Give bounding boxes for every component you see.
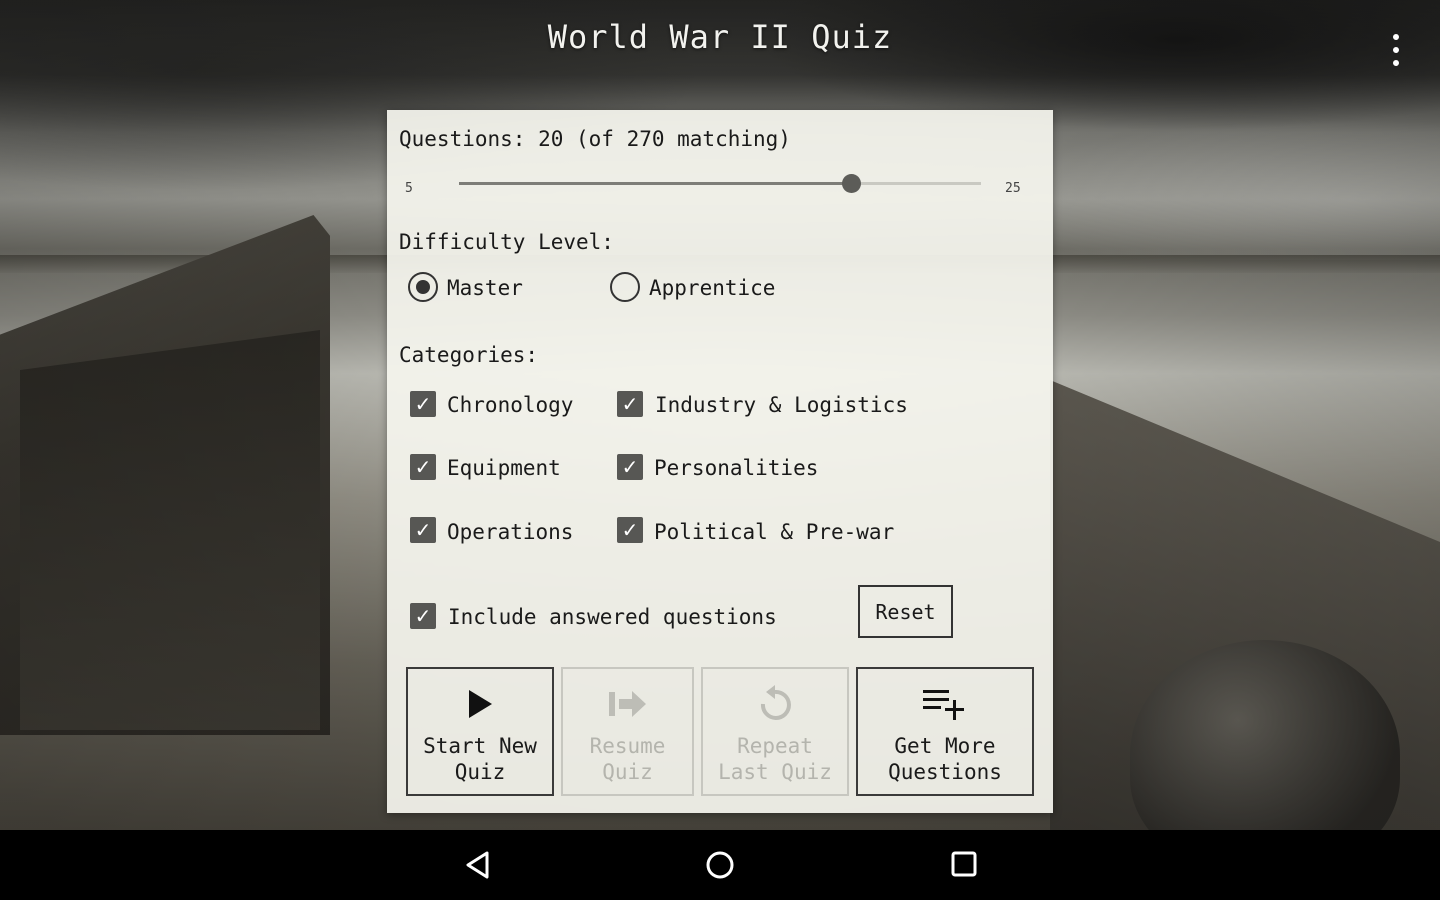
start-new-quiz-line1: Start New [423,734,537,758]
checkbox-include-answered[interactable]: ✓ [410,603,436,629]
app-title: World War II Quiz [547,18,893,56]
radio-apprentice-label[interactable]: Apprentice [649,276,775,300]
repeat-last-quiz-line2: Last Quiz [718,760,832,784]
category-label[interactable]: Political & Pre-war [654,520,894,544]
quiz-settings-panel: Questions: 20 (of 270 matching) 5 25 Dif… [387,110,1053,813]
category-label[interactable]: Operations [447,520,573,544]
radio-master-label[interactable]: Master [447,276,523,300]
checkbox-equipment[interactable]: ✓ [410,454,436,480]
get-more-questions-button[interactable]: Get More Questions [856,667,1034,796]
category-label[interactable]: Personalities [654,456,818,480]
get-more-questions-line1: Get More [894,734,996,758]
reset-button[interactable]: Reset [858,585,953,638]
overflow-menu-icon[interactable] [1384,34,1408,66]
category-label[interactable]: Chronology [447,393,573,417]
resume-quiz-button[interactable]: Resume Quiz [561,667,694,796]
checkbox-political-prewar[interactable]: ✓ [617,517,643,543]
difficulty-heading: Difficulty Level: [399,230,614,254]
categories-heading: Categories: [399,343,539,367]
questions-slider[interactable] [459,174,981,193]
checkbox-chronology[interactable]: ✓ [410,391,436,417]
resume-quiz-line1: Resume [589,734,666,758]
start-new-quiz-button[interactable]: Start New Quiz [406,667,554,796]
back-icon[interactable] [463,850,493,884]
recents-icon[interactable] [950,850,978,882]
resume-quiz-line2: Quiz [602,760,653,784]
radio-master-indicator[interactable] [408,272,438,302]
repeat-last-quiz-line1: Repeat [737,734,813,758]
slider-min-label: 5 [405,181,413,196]
playlist-add-icon [921,677,969,731]
get-more-questions-line2: Questions [888,760,1002,784]
radio-apprentice-indicator[interactable] [610,272,640,302]
include-answered-label[interactable]: Include answered questions [448,605,777,629]
checkbox-operations[interactable]: ✓ [410,517,436,543]
home-icon[interactable] [705,850,735,884]
start-new-quiz-line2: Quiz [454,760,506,784]
slider-fill [459,182,851,185]
slider-max-label: 25 [1005,181,1021,196]
checkbox-industry-logistics[interactable]: ✓ [617,391,643,417]
navigation-bar [0,830,1440,900]
repeat-icon [755,677,795,731]
category-label[interactable]: Equipment [447,456,561,480]
repeat-last-quiz-button[interactable]: Repeat Last Quiz [701,667,849,796]
slider-thumb[interactable] [841,174,861,193]
category-label[interactable]: Industry & Logistics [655,393,908,417]
checkbox-personalities[interactable]: ✓ [617,454,643,480]
resume-arrow-icon [606,677,650,731]
play-icon [465,677,495,731]
questions-count-label: Questions: 20 (of 270 matching) [399,127,791,151]
